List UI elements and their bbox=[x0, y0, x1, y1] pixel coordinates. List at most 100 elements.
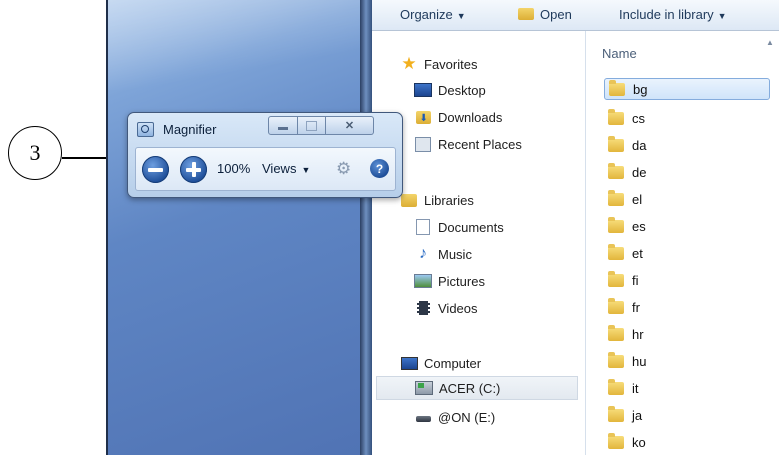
nav-item-label: ACER (C:) bbox=[439, 380, 501, 396]
screen: Organize ▼ Open Include in library ▼ ★ Favo… bbox=[106, 0, 779, 455]
folder-label: de bbox=[632, 164, 647, 180]
folder-item[interactable]: da bbox=[608, 134, 758, 156]
folder-item[interactable]: bg bbox=[604, 78, 770, 100]
folder-item[interactable]: hr bbox=[608, 323, 758, 345]
documents-icon bbox=[414, 219, 432, 235]
nav-item-pictures[interactable]: Pictures bbox=[414, 269, 485, 293]
folder-icon bbox=[608, 135, 624, 152]
desktop-icon bbox=[414, 82, 432, 98]
nav-item-on-e-drive[interactable]: @ON (E:) bbox=[414, 405, 495, 429]
folder-open-icon bbox=[518, 8, 534, 20]
folder-label: ja bbox=[632, 407, 643, 423]
folder-item[interactable]: de bbox=[608, 161, 758, 183]
nav-computer[interactable]: Computer bbox=[400, 351, 481, 375]
nav-item-documents[interactable]: Documents bbox=[414, 215, 504, 239]
zoom-level: 100% bbox=[217, 161, 251, 176]
folder-icon bbox=[608, 405, 624, 422]
folder-icon bbox=[608, 108, 624, 125]
folder-label: it bbox=[632, 380, 639, 396]
nav-item-videos[interactable]: Videos bbox=[414, 296, 478, 320]
folder-label: ko bbox=[632, 434, 646, 450]
folder-item[interactable]: et bbox=[608, 242, 758, 264]
magnifier-toolbar: 100% Views ▼ ⚙ ? bbox=[135, 147, 396, 191]
window-controls: ✕ bbox=[268, 116, 400, 137]
nav-item-label: @ON (E:) bbox=[438, 409, 496, 425]
callout-number-text: 3 bbox=[29, 140, 41, 165]
nav-item-recent-places[interactable]: Recent Places bbox=[414, 132, 522, 156]
explorer-toolbar: Organize ▼ Open Include in library ▼ bbox=[372, 0, 779, 31]
nav-item-label: Desktop bbox=[438, 82, 486, 98]
zoom-out-button[interactable] bbox=[142, 156, 169, 183]
folder-item[interactable]: ko bbox=[608, 431, 758, 453]
folder-icon bbox=[608, 243, 624, 260]
nav-libraries[interactable]: Libraries bbox=[400, 188, 474, 212]
recent-places-icon bbox=[414, 136, 432, 152]
minimize-button[interactable] bbox=[268, 116, 298, 135]
include-in-library-label: Include in library bbox=[619, 7, 714, 22]
folder-icon bbox=[608, 189, 624, 206]
windows-drive-icon bbox=[415, 380, 433, 396]
folder-item[interactable]: it bbox=[608, 377, 758, 399]
nav-favorites-label: Favorites bbox=[424, 56, 478, 72]
film-strip-icon bbox=[414, 300, 432, 316]
minimize-icon bbox=[278, 127, 288, 130]
folder-item[interactable]: cs bbox=[608, 107, 758, 129]
folder-icon bbox=[608, 162, 624, 179]
music-note-icon: ♪ bbox=[419, 245, 427, 262]
views-menu[interactable]: Views ▼ bbox=[262, 161, 310, 176]
maximize-icon bbox=[306, 120, 317, 131]
zoom-in-button[interactable] bbox=[180, 156, 207, 183]
folder-label: bg bbox=[633, 81, 648, 97]
folder-label: cs bbox=[632, 110, 645, 126]
folder-icon bbox=[608, 324, 624, 341]
chevron-down-icon: ▼ bbox=[717, 11, 727, 21]
folder-item[interactable]: hu bbox=[608, 350, 758, 372]
star-icon: ★ bbox=[401, 54, 417, 73]
nav-item-label: Documents bbox=[438, 219, 504, 235]
help-icon[interactable]: ? bbox=[370, 159, 389, 178]
chevron-down-icon: ▼ bbox=[301, 165, 311, 175]
file-list: Name ▲ bg cs da de el es et fi fr hr hu … bbox=[586, 31, 779, 455]
folder-label: fi bbox=[632, 272, 639, 288]
folder-label: et bbox=[632, 245, 643, 261]
folder-item[interactable]: fr bbox=[608, 296, 758, 318]
organize-menu[interactable]: Organize ▼ bbox=[400, 7, 466, 22]
nav-item-acer-c-drive[interactable]: ACER (C:) bbox=[376, 376, 578, 400]
folder-item[interactable]: fi bbox=[608, 269, 758, 291]
include-in-library-menu[interactable]: Include in library ▼ bbox=[619, 7, 727, 22]
folder-icon bbox=[608, 297, 624, 314]
folder-label: fr bbox=[632, 299, 640, 315]
folder-icon bbox=[608, 351, 624, 368]
folder-item[interactable]: ja bbox=[608, 404, 758, 426]
nav-favorites[interactable]: ★ Favorites bbox=[400, 52, 477, 76]
maximize-button[interactable] bbox=[298, 116, 326, 135]
folder-icon bbox=[608, 378, 624, 395]
nav-item-label: Music bbox=[438, 246, 472, 262]
nav-item-label: Recent Places bbox=[438, 136, 522, 152]
nav-item-label: Downloads bbox=[438, 109, 503, 125]
folder-label: hu bbox=[632, 353, 647, 369]
folder-item[interactable]: es bbox=[608, 215, 758, 237]
explorer-window: Organize ▼ Open Include in library ▼ ★ Favo… bbox=[372, 0, 779, 455]
folder-label: da bbox=[632, 137, 647, 153]
removable-drive-icon bbox=[414, 409, 432, 425]
pictures-icon bbox=[414, 273, 432, 289]
folder-icon bbox=[608, 432, 624, 449]
column-header-name[interactable]: Name bbox=[602, 46, 637, 61]
folder-item[interactable]: el bbox=[608, 188, 758, 210]
nav-item-downloads[interactable]: ⬇ Downloads bbox=[414, 105, 502, 129]
callout-number: 3 bbox=[8, 126, 62, 180]
organize-label: Organize bbox=[400, 7, 453, 22]
magnifier-window[interactable]: Magnifier ✕ 100% Views ▼ ⚙ ? bbox=[127, 112, 403, 198]
open-button[interactable]: Open bbox=[518, 7, 572, 22]
close-icon: ✕ bbox=[344, 120, 355, 132]
nav-item-desktop[interactable]: Desktop bbox=[414, 78, 486, 102]
folder-icon bbox=[608, 216, 624, 233]
chevron-down-icon: ▼ bbox=[456, 11, 466, 21]
open-label: Open bbox=[540, 7, 572, 22]
gear-icon[interactable]: ⚙ bbox=[336, 160, 351, 178]
folder-icon bbox=[609, 79, 625, 96]
nav-item-music[interactable]: ♪ Music bbox=[414, 242, 472, 266]
close-button[interactable]: ✕ bbox=[326, 116, 374, 135]
nav-item-label: Pictures bbox=[438, 273, 485, 289]
